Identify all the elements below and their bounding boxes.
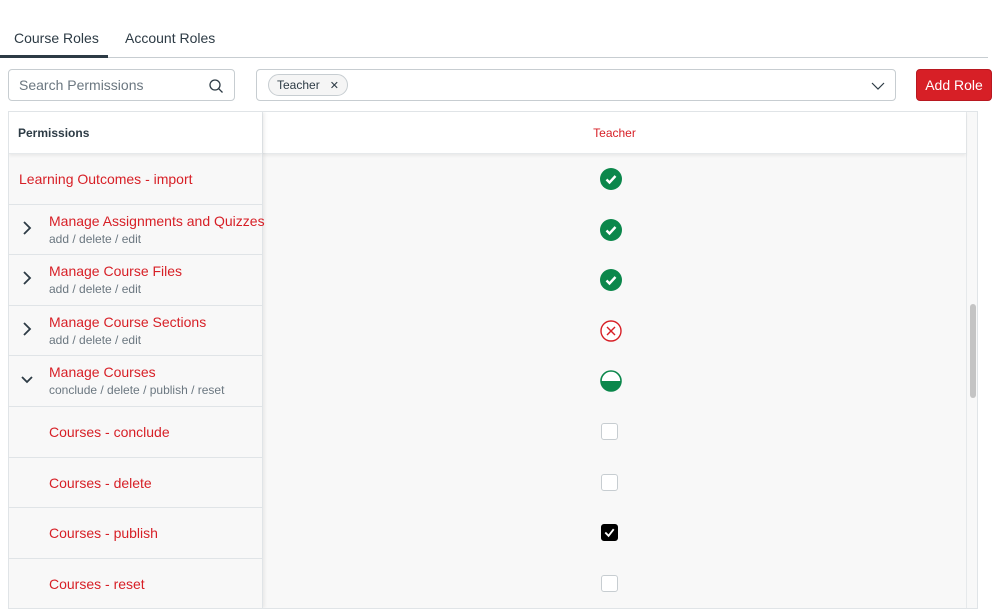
chevron-down-icon[interactable] — [19, 371, 35, 387]
role-cell — [263, 356, 966, 407]
chevron-right-icon[interactable] — [19, 270, 35, 286]
permission-subtitle: conclude / delete / publish / reset — [49, 383, 225, 398]
disabled-x-icon[interactable] — [600, 320, 622, 342]
role-cells — [263, 154, 966, 608]
permissions-column: Permissions Learning Outcomes - import Ma… — [9, 112, 265, 608]
scrollbar[interactable] — [966, 112, 977, 608]
role-cell — [263, 508, 966, 559]
add-role-button[interactable]: Add Role — [916, 69, 992, 101]
chevron-down-icon[interactable] — [871, 79, 885, 93]
tab-course-roles[interactable]: Course Roles — [14, 30, 99, 46]
checkbox[interactable] — [601, 574, 618, 592]
role-cell — [263, 154, 966, 205]
permission-title[interactable]: Courses - delete — [49, 475, 152, 491]
permission-row: Learning Outcomes - import — [9, 154, 262, 205]
checkbox[interactable] — [601, 473, 618, 491]
permission-title[interactable]: Courses - reset — [49, 576, 145, 592]
enabled-check-icon[interactable] — [600, 269, 622, 292]
permission-row: Courses - conclude — [9, 407, 262, 458]
role-cell — [263, 559, 966, 608]
role-cell — [263, 205, 966, 256]
role-tag-teacher[interactable]: Teacher ✕ — [268, 74, 348, 96]
permission-row: Manage Course Sections add / delete / edi… — [9, 306, 262, 357]
tab-account-roles[interactable]: Account Roles — [125, 30, 215, 46]
role-filter-select[interactable]: Teacher ✕ — [256, 69, 896, 101]
permission-row: Courses - publish — [9, 508, 262, 559]
role-tabs: Course Roles Account Roles — [0, 24, 988, 58]
search-permissions-field[interactable] — [8, 69, 235, 101]
permission-subtitle: add / delete / edit — [49, 332, 142, 347]
permission-title[interactable]: Courses - publish — [49, 525, 158, 541]
search-input[interactable] — [19, 77, 199, 93]
permission-subtitle: add / delete / edit — [49, 231, 142, 246]
permission-row: Courses - reset — [9, 559, 262, 608]
scrollbar-thumb[interactable] — [970, 304, 976, 398]
enabled-check-icon[interactable] — [600, 168, 622, 190]
permissions-header: Permissions — [9, 112, 262, 154]
remove-tag-icon[interactable]: ✕ — [330, 79, 339, 92]
permission-title[interactable]: Manage Assignments and Quizzes — [49, 213, 265, 229]
role-column-header[interactable]: Teacher — [263, 112, 966, 154]
chevron-right-icon[interactable] — [19, 321, 35, 337]
permission-title[interactable]: Manage Courses — [49, 364, 156, 380]
role-cell — [263, 458, 966, 509]
partial-enabled-icon[interactable] — [600, 370, 622, 393]
permission-title[interactable]: Learning Outcomes - import — [19, 171, 193, 187]
chevron-right-icon[interactable] — [19, 220, 35, 236]
role-cell — [263, 306, 966, 357]
permission-subtitle: add / delete / edit — [49, 282, 142, 297]
permission-title[interactable]: Manage Course Files — [49, 263, 182, 279]
checkbox-checked[interactable] — [601, 524, 618, 542]
permission-row: Manage Course Files add / delete / edit — [9, 255, 262, 306]
active-tab-indicator — [0, 55, 108, 58]
permissions-table: Teacher Permissions Learning Outcomes - … — [8, 111, 978, 609]
permission-row: Manage Courses conclude / delete / publis… — [9, 356, 262, 407]
role-tag-label: Teacher — [277, 78, 320, 92]
checkbox[interactable] — [601, 422, 618, 440]
search-icon[interactable] — [208, 78, 224, 94]
permission-title[interactable]: Manage Course Sections — [49, 314, 206, 330]
permission-row: Manage Assignments and Quizzes add / dele… — [9, 205, 265, 256]
enabled-check-icon[interactable] — [600, 218, 622, 241]
permission-row: Courses - delete — [9, 458, 262, 509]
permission-title[interactable]: Courses - conclude — [49, 424, 170, 440]
check-icon — [604, 528, 615, 538]
role-cell — [263, 255, 966, 306]
role-cell — [263, 407, 966, 458]
